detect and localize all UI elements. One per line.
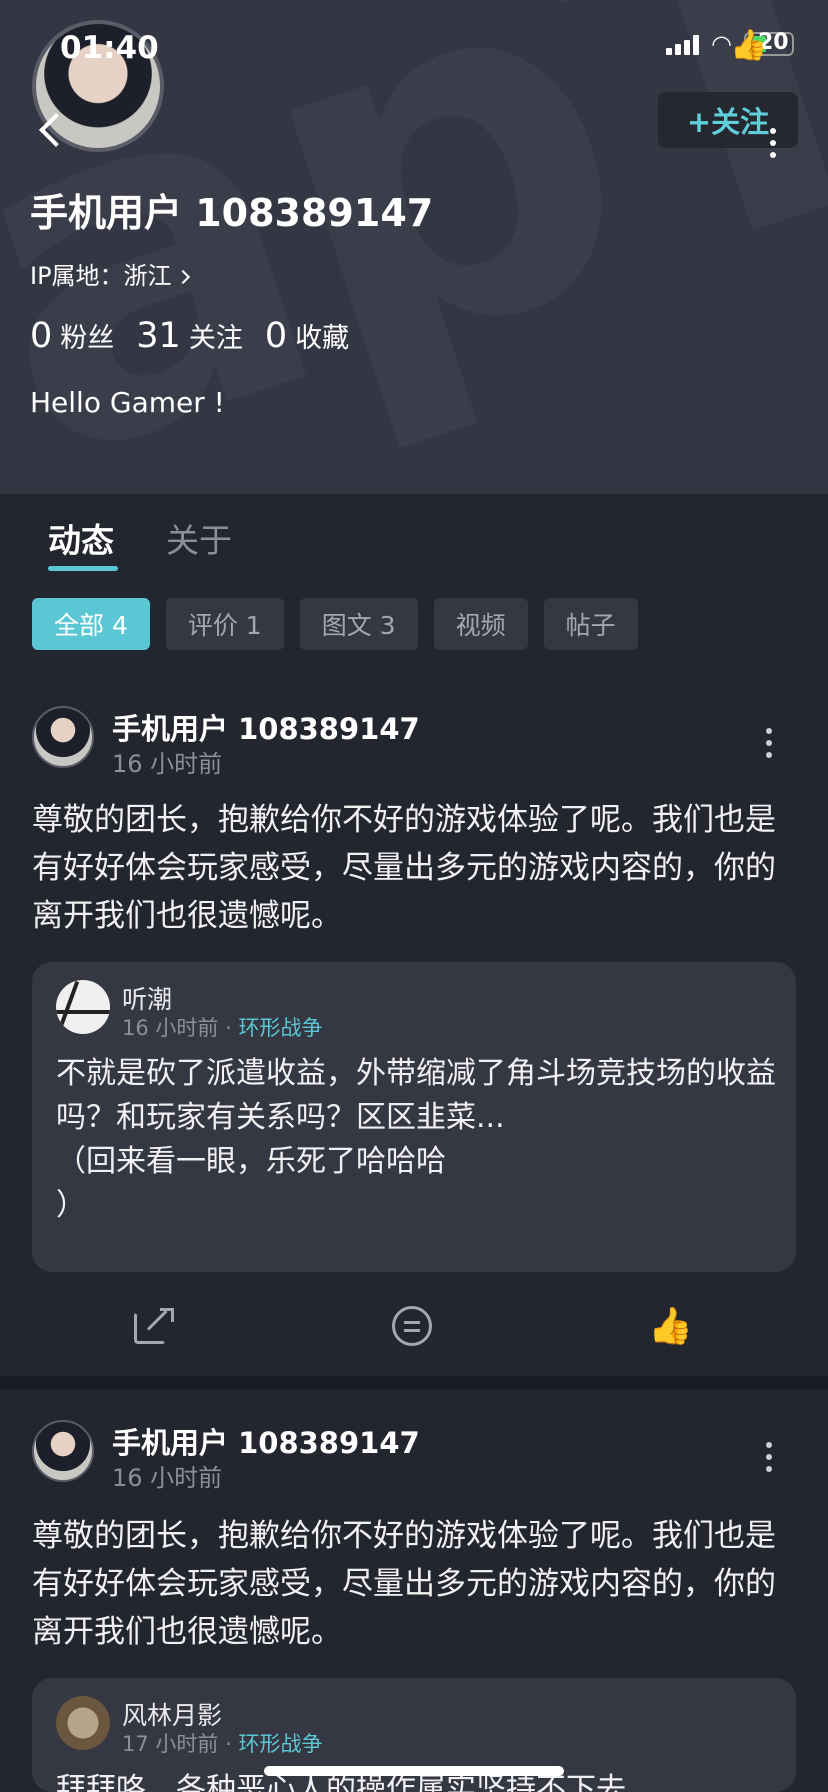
share-icon[interactable] [134, 1306, 176, 1348]
signal-icon [666, 33, 700, 55]
tab-about[interactable]: 关于 [166, 514, 232, 562]
post-author: 手机用户 108389147 [112, 712, 420, 746]
stat-following[interactable]: 31 关注 [136, 316, 243, 356]
post-time: 16 小时前 [112, 1464, 223, 1492]
thumbs-up-icon[interactable]: 👍 [648, 1306, 693, 1348]
more-vertical-icon[interactable] [766, 1442, 772, 1472]
post-author: 手机用户 108389147 [112, 1426, 420, 1460]
profile-tabs: 动态 关于 [0, 494, 828, 594]
avatar[interactable] [32, 1420, 94, 1482]
quote-author: 风林月影 [122, 1701, 223, 1730]
chevron-right-icon [175, 269, 190, 285]
profile-stats: 0 粉丝 31 关注 0 收藏 [30, 316, 349, 356]
avatar [56, 980, 110, 1034]
comment-icon[interactable] [392, 1306, 434, 1348]
filter-all[interactable]: 全部 4 [32, 598, 150, 650]
filter-image-text[interactable]: 图文 3 [299, 598, 418, 650]
post-time: 16 小时前 [112, 750, 223, 778]
post-body: 尊敬的团长，抱歉给你不好的游戏体验了呢。我们也是有好好体会玩家感受，尽量出多元的… [32, 802, 776, 934]
post-actions: 👍 [0, 1296, 828, 1356]
game-link[interactable]: 环形战争 [238, 1732, 322, 1756]
tab-activity[interactable]: 动态 [48, 514, 114, 562]
post-divider [0, 1376, 828, 1390]
ip-location-text: IP属地：浙江 [30, 262, 172, 290]
thumbs-up-icon: 👍 [730, 28, 768, 63]
ip-location[interactable]: IP属地：浙江 [30, 256, 190, 291]
stat-favorites[interactable]: 0 收藏 [265, 316, 349, 356]
home-indicator[interactable] [264, 1766, 564, 1776]
more-vertical-icon[interactable] [766, 728, 772, 758]
filter-posts[interactable]: 帖子 [543, 598, 638, 650]
profile-bio: Hello Gamer ! [30, 386, 225, 419]
wifi-icon: ◠ [711, 30, 732, 58]
quote-meta: 17 小时前 · 环形战争 [122, 1732, 323, 1756]
quote-meta: 16 小时前 · 环形战争 [122, 1016, 323, 1040]
more-vertical-icon[interactable] [770, 128, 776, 158]
quoted-review[interactable]: 听潮 16 小时前 · 环形战争 不就是砍了派遣收益，外带缩减了角斗场竞技场的收… [32, 962, 796, 1272]
filter-video[interactable]: 视频 [433, 598, 528, 650]
quote-body: 不就是砍了派遣收益，外带缩减了角斗场竞技场的收益吗？和玩家有关系吗？区区韭菜..… [56, 1056, 776, 1223]
avatar[interactable] [32, 706, 94, 768]
avatar [56, 1696, 110, 1750]
profile-username: 手机用户 108389147 [30, 191, 434, 235]
post-body: 尊敬的团长，抱歉给你不好的游戏体验了呢。我们也是有好好体会玩家感受，尽量出多元的… [32, 1518, 776, 1650]
tab-indicator [48, 566, 118, 571]
status-time: 01:40 [60, 30, 159, 66]
filter-chips: 全部 4 评价 1 图文 3 视频 帖子 [32, 598, 638, 650]
filter-reviews[interactable]: 评价 1 [165, 598, 284, 650]
follow-button[interactable]: +关注 [658, 92, 798, 148]
profile-header: apTa 01:40 ◠ 20 👍 +关注 手机用户 108389147 IP属… [0, 0, 828, 494]
stat-fans[interactable]: 0 粉丝 [30, 316, 114, 356]
quote-author: 听潮 [122, 985, 173, 1014]
game-link[interactable]: 环形战争 [238, 1016, 322, 1040]
